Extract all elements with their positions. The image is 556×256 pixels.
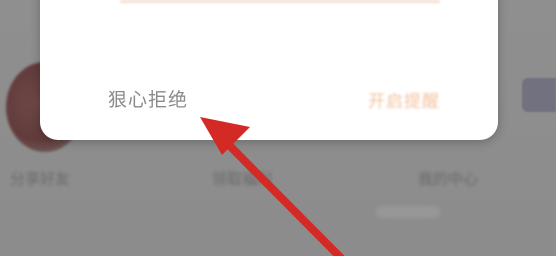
- background-accent: [522, 78, 556, 112]
- background-label-1: 分享好友: [10, 170, 71, 188]
- background-label-3: 我的中心: [418, 170, 479, 188]
- dialog-content-line: [120, 0, 440, 3]
- confirm-button[interactable]: 开启提醒: [368, 87, 440, 112]
- background-divider: [376, 206, 440, 218]
- screen: 分享好友 领取福利 我的中心 狠心拒绝 开启提醒: [0, 0, 556, 256]
- background-label-2: 领取福利: [212, 170, 273, 188]
- permission-dialog: 狠心拒绝 开启提醒: [40, 0, 498, 140]
- reject-button[interactable]: 狠心拒绝: [108, 85, 188, 112]
